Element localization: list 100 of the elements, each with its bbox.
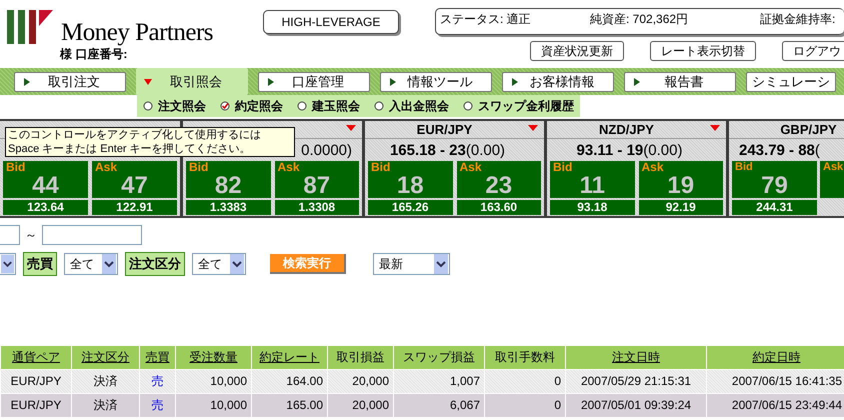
table-cell: 売 [140, 370, 175, 393]
rate-text: 123.64 [3, 200, 88, 215]
quote-label: Bid [553, 161, 574, 174]
rate-text: 244.31 [732, 200, 817, 215]
dropdown-icon[interactable] [710, 125, 720, 131]
table-cell: 1,007 [394, 370, 484, 393]
nav-tab[interactable]: 取引注文 [14, 72, 126, 92]
quote-label: Bid [6, 161, 26, 174]
sub-tab[interactable]: 入出金照会 [374, 98, 449, 114]
mode-button[interactable]: HIGH-LEVERAGE [263, 10, 399, 34]
dropdown-icon[interactable] [346, 125, 356, 131]
column-header[interactable]: 約定日時 [707, 346, 844, 369]
status-text: 証拠金維持率: [760, 11, 836, 28]
column-header[interactable]: 売買 [140, 346, 175, 369]
separator-text: ～ [24, 226, 38, 244]
bid-button[interactable]: Bid 11 [550, 161, 634, 198]
triangle-icon [23, 78, 31, 86]
table-cell: 2007/05/01 09:39:24 [566, 394, 706, 417]
date-field[interactable] [42, 225, 142, 245]
nav-tab[interactable]: お客様情報 [502, 72, 614, 92]
ask-button[interactable]: Ask 23 [456, 161, 541, 198]
header-button[interactable]: 資産状況更新 [530, 41, 624, 61]
table-cell: 20,000 [328, 370, 393, 393]
rate-text: 165.26 [368, 200, 452, 215]
table-cell: 10,000 [176, 394, 251, 417]
column-header: 取引手数料 [485, 346, 565, 369]
table-cell: 20,000 [328, 394, 393, 417]
table-cell: EUR/JPY [1, 394, 71, 417]
sub-tab[interactable]: 建玉照会 [297, 98, 360, 114]
filter-label: 注文区分 [125, 252, 185, 276]
quote-label: Ask [823, 161, 844, 174]
header-button[interactable]: レート表示切替 [650, 41, 756, 61]
triangle-icon [144, 78, 152, 86]
quote-label: Bid [189, 161, 210, 174]
logo-text: Money Partners [61, 20, 213, 46]
table-cell: 165.00 [252, 394, 327, 417]
price-text: 0.0000) [301, 142, 352, 158]
column-header[interactable]: 通貨ペア [1, 346, 71, 369]
column-header: 取引損益 [328, 346, 393, 369]
quote-label: Ask [278, 161, 301, 174]
rate-text: 93.18 [550, 200, 634, 215]
table-cell: 6,067 [394, 394, 484, 417]
table-cell: 2007/06/15 16:41:35 [707, 370, 844, 393]
nav-tab[interactable]: シミュレーシ [746, 72, 836, 92]
price-text: 93.11 - 19(0.00) [576, 142, 682, 158]
dropdown-icon[interactable] [528, 125, 538, 131]
currency-pair: EUR/JPY [416, 122, 472, 137]
table-cell: 決済 [72, 370, 139, 393]
column-header: スワップ損益 [394, 346, 484, 369]
ask-button[interactable]: Ask 47 [92, 161, 177, 198]
bid-button[interactable]: Bid 44 [3, 161, 88, 198]
quote-label: Ask [95, 161, 118, 174]
rate-text: 163.60 [456, 200, 541, 215]
pips-text: 79 [760, 174, 789, 198]
price-text: 243.79 - 88( [739, 142, 820, 158]
quote-label: Bid [735, 161, 754, 174]
triangle-icon [633, 78, 641, 86]
status-text: 純資産: 702,362円 [590, 11, 690, 28]
table-cell: 決済 [72, 394, 139, 417]
nav-tab[interactable]: 口座管理 [258, 72, 370, 92]
table-cell: 売 [140, 394, 175, 417]
header-button[interactable]: ログアウ [782, 41, 844, 61]
select-field[interactable]: 全て [64, 253, 118, 275]
nav-tab[interactable]: 情報ツール [380, 72, 492, 92]
pips-text: 47 [120, 174, 149, 198]
table-cell: 0 [485, 370, 565, 393]
sub-tab[interactable]: 約定照会 [220, 98, 283, 114]
table-cell: 0 [485, 394, 565, 417]
nav-tab[interactable]: 取引照会 [136, 68, 248, 95]
bid-button[interactable]: Bid 18 [368, 161, 452, 198]
status-text: ステータス: 適正 [440, 11, 532, 28]
sub-tab[interactable]: 注文照会 [143, 98, 206, 114]
price-text: 165.18 - 23(0.00) [390, 142, 506, 158]
sub-tab[interactable]: スワップ金利履歴 [463, 98, 574, 114]
column-header[interactable]: 注文日時 [566, 346, 706, 369]
rate-text: 1.3383 [186, 200, 270, 215]
column-header[interactable]: 注文区分 [72, 346, 139, 369]
select-field[interactable]: 全て [192, 253, 246, 275]
rate-text: 122.91 [92, 200, 177, 215]
rate-text: 92.19 [638, 200, 723, 215]
ask-button[interactable]: Ask 19 [638, 161, 723, 198]
ask-button[interactable]: Ask 87 [274, 161, 359, 198]
account-label: 様 口座番号: [60, 46, 128, 63]
triangle-icon [267, 78, 275, 86]
pips-text: 18 [396, 174, 425, 198]
pips-text: 44 [31, 174, 60, 198]
bid-button[interactable]: Bid 79 [732, 161, 817, 198]
quote-label: Bid [371, 161, 392, 174]
pips-text: 19 [666, 174, 696, 198]
date-field[interactable] [0, 225, 20, 245]
select-field[interactable]: 最新 [373, 253, 450, 275]
pips-text: 23 [484, 174, 514, 198]
column-header[interactable]: 約定レート [252, 346, 327, 369]
triangle-icon [511, 78, 519, 86]
currency-pair: NZD/JPY [599, 122, 654, 137]
nav-tab[interactable]: 報告書 [624, 72, 736, 92]
bid-button[interactable]: Bid 82 [186, 161, 270, 198]
quote-label: Ask [642, 161, 665, 174]
pips-text: 87 [302, 174, 332, 198]
column-header[interactable]: 受注数量 [176, 346, 251, 369]
